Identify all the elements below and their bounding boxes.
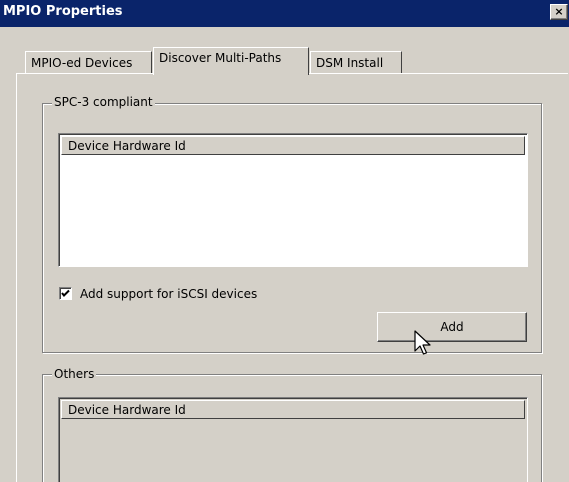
others-device-list[interactable]: Device Hardware Id <box>58 397 528 482</box>
column-header-label: Device Hardware Id <box>68 139 186 153</box>
column-header-label: Device Hardware Id <box>68 403 186 417</box>
arrow-cursor-icon <box>414 330 431 355</box>
column-header-device-hardware-id[interactable]: Device Hardware Id <box>61 136 525 155</box>
iscsi-support-label[interactable]: Add support for iSCSI devices <box>80 287 257 301</box>
others-group-label: Others <box>52 367 97 381</box>
title-bar: MPIO Properties × <box>0 0 569 27</box>
tab-mpio-ed-devices[interactable]: MPIO-ed Devices <box>25 51 152 74</box>
close-icon: × <box>554 5 564 18</box>
add-button[interactable]: Add <box>377 312 527 342</box>
spc3-group-label: SPC-3 compliant <box>52 95 155 109</box>
checkmark-icon <box>61 289 70 297</box>
close-button[interactable]: × <box>550 4 568 20</box>
spc3-device-list[interactable]: Device Hardware Id <box>58 133 528 267</box>
tab-label: Discover Multi-Paths <box>159 51 282 65</box>
tab-label: MPIO-ed Devices <box>31 56 133 70</box>
column-header-device-hardware-id[interactable]: Device Hardware Id <box>61 400 525 419</box>
window-title: MPIO Properties <box>3 4 123 19</box>
tab-label: DSM Install <box>316 56 384 70</box>
tab-discover-multi-paths[interactable]: Discover Multi-Paths <box>153 47 309 75</box>
iscsi-support-checkbox[interactable] <box>59 287 72 300</box>
tab-dsm-install[interactable]: DSM Install <box>310 51 402 74</box>
